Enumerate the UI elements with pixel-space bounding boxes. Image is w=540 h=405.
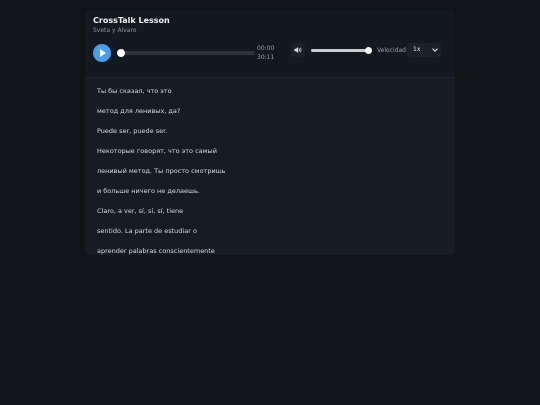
speaker-icon [294,47,302,53]
lesson-subtitle: Sveta y Alvaro [93,27,137,34]
current-time: 00:00 [257,45,275,52]
play-icon [100,49,106,57]
transcript-line[interactable]: aprender palabras conscientemente [97,245,447,255]
total-duration: 30:11 [257,54,275,61]
lesson-card: CrossTalk Lesson Sveta y Alvaro 00:00 30… [85,9,455,255]
transcript-line[interactable]: Некоторые говорят, что это самый [97,145,447,165]
volume-handle[interactable] [365,47,372,54]
speed-label: Velocidad [377,47,406,54]
transcript-line[interactable]: метод для ленивых, да? [97,105,447,125]
seek-bar[interactable] [117,49,255,57]
seek-handle[interactable] [117,49,125,57]
transcript-line[interactable]: Claro, a ver, sí, sí, sí, tiene [97,205,447,225]
audio-player: CrossTalk Lesson Sveta y Alvaro 00:00 30… [85,9,455,78]
volume-fill [311,49,368,52]
lesson-title: CrossTalk Lesson [93,16,170,25]
speed-value: 1x [413,46,421,53]
transcript-line[interactable]: и больше ничего не делаешь. [97,185,447,205]
transcript-line[interactable]: Puede ser, puede ser. [97,125,447,145]
speed-select[interactable]: 1x [407,43,441,57]
play-button[interactable] [93,44,111,62]
mute-button[interactable] [291,43,305,57]
chevron-down-icon [432,46,438,52]
volume-slider[interactable] [311,47,372,54]
transcript-line[interactable]: sentido. La parte de estudiar o [97,225,447,245]
transcript-line[interactable]: ленивый метод. Ты просто смотришь [97,165,447,185]
transcript: Ты бы сказал, что это метод для ленивых,… [97,85,447,255]
transcript-line[interactable]: Ты бы сказал, что это [97,85,447,105]
